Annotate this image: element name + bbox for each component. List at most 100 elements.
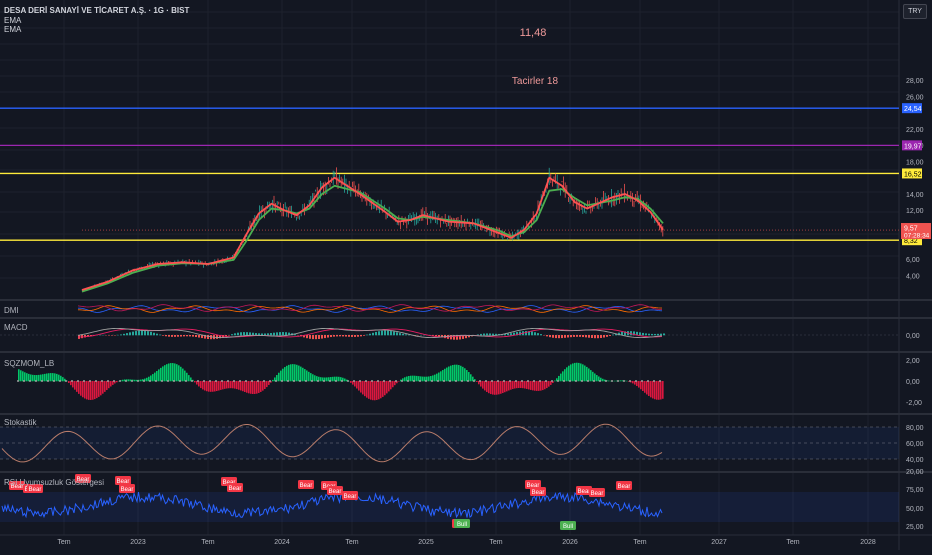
sqzmom-bar — [484, 381, 486, 390]
sqzmom-bar — [438, 373, 440, 382]
sqzmom-dot — [563, 380, 565, 382]
sqzmom-bar — [364, 381, 366, 396]
sqzmom-bar — [254, 381, 256, 394]
sqzmom-bar — [230, 381, 232, 388]
sqzmom-dot — [383, 380, 385, 382]
sqzmom-dot — [323, 380, 325, 382]
sqzmom-bar — [76, 381, 78, 392]
sqzmom-dot — [329, 380, 331, 382]
sqzmom-bar — [372, 381, 374, 400]
sqzmom-dot — [575, 380, 577, 382]
macd-histogram-bar — [354, 335, 356, 337]
sqzmom-bar — [286, 366, 288, 382]
sqzmom-dot — [281, 380, 283, 382]
sqzmom-dot — [485, 380, 487, 382]
dmi-pane-label[interactable]: DMI — [4, 307, 19, 315]
macd-histogram-bar — [603, 335, 605, 338]
sqzmom-dot — [311, 380, 313, 382]
sqzmom-bar — [288, 365, 290, 381]
macd-histogram-bar — [555, 335, 557, 338]
stoch-pane-label[interactable]: Stokastik — [4, 419, 36, 427]
currency-button[interactable]: TRY — [903, 4, 927, 19]
macd-pane-label[interactable]: MACD — [4, 324, 28, 332]
sqzmom-bar — [228, 381, 230, 388]
sqzmom-dot — [587, 380, 589, 382]
sqzmom-bar — [314, 375, 316, 381]
sqzmom-dot — [65, 380, 67, 382]
sqzmom-bar — [52, 373, 54, 381]
sqzmom-bar — [338, 377, 340, 381]
macd-histogram-bar — [165, 335, 167, 336]
sqzmom-bar — [498, 381, 500, 394]
sqzmom-bar — [454, 365, 456, 382]
macd-histogram-bar — [564, 335, 566, 338]
macd-histogram-bar — [384, 331, 386, 336]
sqzmom-bar — [290, 364, 292, 381]
sqzmom-dot — [197, 380, 199, 382]
sqzmom-dot — [455, 380, 457, 382]
sqzmom-bar — [184, 371, 186, 382]
level-price-tag-label: 24,54 — [904, 106, 922, 113]
sqzmom-dot — [425, 380, 427, 382]
price-tick-label: 4,00 — [906, 273, 920, 280]
ema-indicator-label-1[interactable]: EMA — [4, 16, 21, 25]
macd-histogram-bar — [561, 335, 563, 338]
sqzmom-dot — [95, 380, 97, 382]
sqzmom-bar — [246, 381, 248, 393]
price-chart[interactable]: 28,0026,0022,0020,0018,0014,0012,006,004… — [0, 0, 932, 550]
macd-histogram-bar — [333, 335, 335, 337]
macd-histogram-bar — [594, 335, 596, 338]
sqzmom-bar — [300, 367, 302, 382]
macd-histogram-bar — [357, 335, 359, 337]
sqzmom-bar — [50, 373, 52, 381]
sqzmom-bar — [520, 381, 522, 388]
ema-indicator-label-2[interactable]: EMA — [4, 25, 21, 34]
sqzmom-dot — [317, 380, 319, 382]
sqzmom-bar — [528, 381, 530, 389]
sqzmom-bar — [388, 381, 390, 391]
sqzmom-bar — [128, 379, 130, 381]
sqzmom-dot — [539, 380, 541, 382]
macd-histogram-bar — [552, 335, 554, 338]
macd-histogram-bar — [279, 332, 281, 335]
tacirler-note-annotation: Tacirler 18 — [512, 76, 559, 87]
sqzmom-bar — [560, 374, 562, 382]
sqzmom-bar — [258, 381, 260, 393]
sqzmom-bar — [202, 381, 204, 389]
chart-stage[interactable]: 28,0026,0022,0020,0018,0014,0012,006,004… — [0, 0, 932, 550]
sqzmom-bar — [492, 381, 494, 395]
sqzmom-bar — [272, 380, 274, 381]
sqzmom-bar — [386, 381, 388, 393]
rsi-signal-label: Bear — [578, 489, 591, 495]
sqzmom-bar — [244, 381, 246, 392]
macd-histogram-bar — [399, 333, 401, 335]
sqzmom-bar — [156, 371, 158, 381]
sqzmom-bar — [38, 375, 40, 381]
sqzmom-dot — [35, 380, 37, 382]
sqzmom-bar — [640, 381, 642, 389]
sqzmom-dot — [101, 380, 103, 382]
rsi-pane-label[interactable]: RSI Uyumsuzluk Göstergesi — [4, 479, 104, 487]
sqzmom-bar — [458, 365, 460, 381]
level-price-tag-label: 19,97 — [904, 143, 922, 150]
sqzmom-bar — [62, 377, 64, 381]
sqzmom-dot — [527, 380, 529, 382]
sqzmom-dot — [479, 380, 481, 382]
sqzmom-bar — [538, 381, 540, 391]
macd-histogram-bar — [186, 335, 188, 336]
sqzmom-bar — [310, 373, 312, 381]
sqzmom-dot — [29, 380, 31, 382]
sqzmom-dot — [371, 380, 373, 382]
sqzmom-pane-label[interactable]: SQZMOM_LB — [4, 360, 54, 368]
sqzmom-bar — [582, 364, 584, 381]
sqzmom-bar — [362, 381, 364, 394]
time-tick-label: Tem — [201, 539, 214, 546]
macd-histogram-bar — [372, 333, 374, 335]
sqzmom-tick-label: -2,00 — [906, 400, 922, 407]
sqzmom-dot — [659, 380, 661, 382]
sqzmom-bar — [450, 366, 452, 382]
sqzmom-dot — [23, 380, 25, 382]
sqzmom-bar — [512, 381, 514, 389]
macd-histogram-bar — [267, 333, 269, 335]
sqzmom-bar — [122, 380, 124, 382]
